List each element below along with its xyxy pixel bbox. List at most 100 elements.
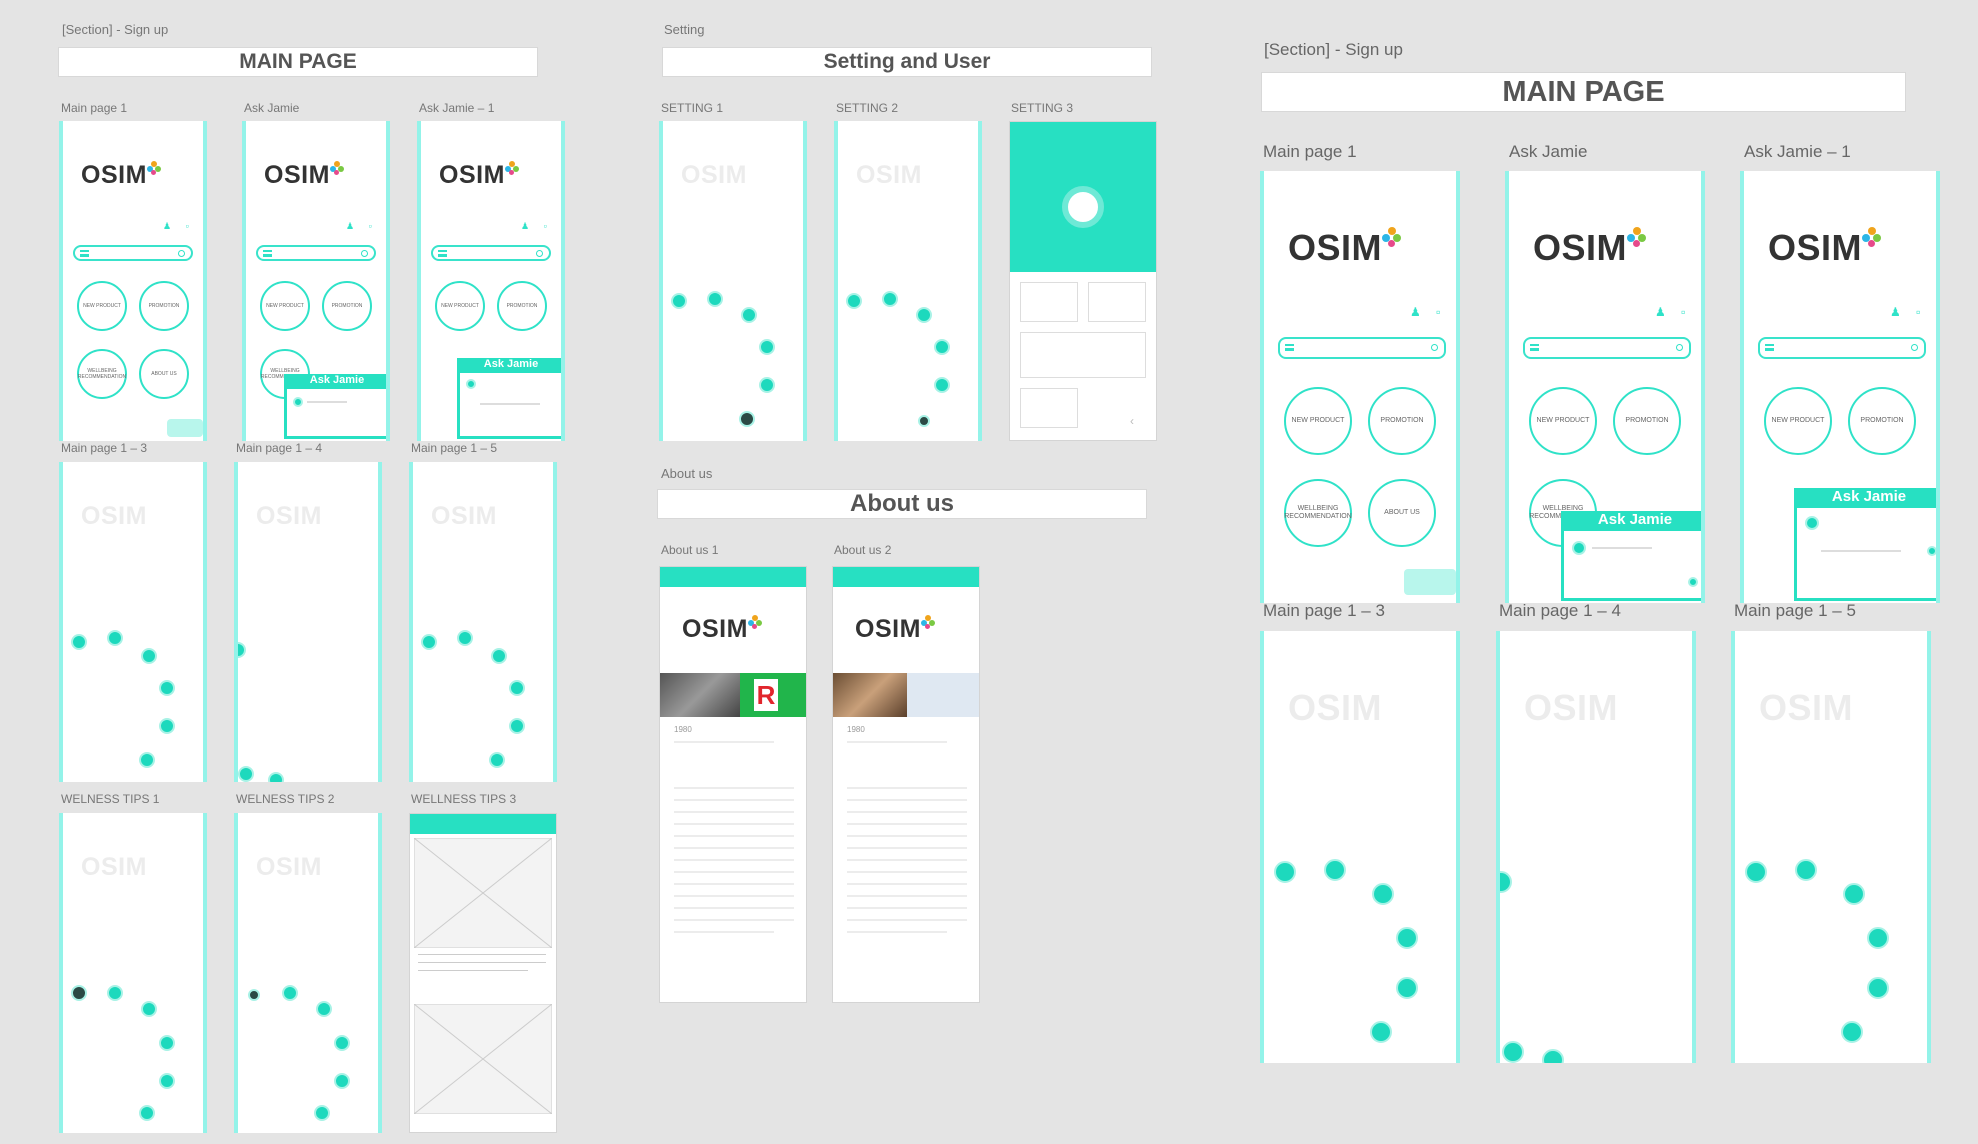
search-bar[interactable]	[256, 245, 376, 261]
frame-ask-jamie[interactable]: OSIM ♟ ▫ NEW PRODUCT PROMOTION WELLBEING…	[242, 121, 390, 441]
new-product-button[interactable]: NEW PRODUCT	[1764, 387, 1832, 455]
location-icon[interactable]	[159, 718, 175, 734]
heart-icon[interactable]	[1745, 861, 1767, 883]
frame-ask-jamie[interactable]: OSIM ♟ ▫ NEW PRODUCT PROMOTION WELLBEING…	[1505, 171, 1705, 603]
user-icon[interactable]: ♟ ▫	[1655, 305, 1691, 319]
new-product-button[interactable]: NEW PRODUCT	[435, 281, 485, 331]
ask-jamie-panel[interactable]	[284, 389, 386, 439]
profile-card[interactable]	[1020, 282, 1078, 322]
ask-jamie-panel[interactable]	[1561, 531, 1701, 601]
menu-icon[interactable]	[80, 250, 89, 257]
new-product-button[interactable]: NEW PRODUCT	[1284, 387, 1352, 455]
ask-jamie-tab[interactable]	[167, 419, 203, 437]
chat-icon[interactable]	[509, 680, 525, 696]
frame-welness-tips-2[interactable]: OSIM	[234, 813, 382, 1133]
frame-main-page-1-4[interactable]: OSIM	[1496, 631, 1696, 1063]
search-bar[interactable]	[1278, 337, 1446, 359]
flower-icon[interactable]	[107, 985, 123, 1001]
profile-card[interactable]	[1088, 282, 1146, 322]
promotion-button[interactable]: PROMOTION	[497, 281, 547, 331]
wellbeing-button[interactable]: WELLBEING RECOMMENDATION	[77, 349, 127, 399]
settings-icon[interactable]	[1841, 1021, 1863, 1043]
heart-icon[interactable]	[1274, 861, 1296, 883]
menu-icon[interactable]	[1285, 344, 1294, 351]
settings-icon[interactable]	[139, 752, 155, 768]
flower-icon[interactable]	[457, 630, 473, 646]
new-product-button[interactable]: NEW PRODUCT	[260, 281, 310, 331]
search-bar[interactable]	[1758, 337, 1926, 359]
flower-icon[interactable]	[1324, 859, 1346, 881]
send-icon[interactable]	[1927, 546, 1936, 556]
promotion-button[interactable]: PROMOTION	[139, 281, 189, 331]
chat-icon[interactable]	[916, 307, 932, 323]
chat-icon[interactable]	[334, 1035, 350, 1051]
about-us-button[interactable]: ABOUT US	[1368, 479, 1436, 547]
heart-icon[interactable]	[1500, 871, 1512, 893]
chat-icon[interactable]	[1372, 883, 1394, 905]
chat-icon[interactable]	[1396, 927, 1418, 949]
ask-jamie-panel[interactable]	[1794, 508, 1936, 601]
frame-setting-2[interactable]: OSIM	[834, 121, 982, 441]
location-icon[interactable]	[159, 1073, 175, 1089]
search-icon[interactable]	[536, 250, 543, 257]
wellbeing-button[interactable]: WELLBEING RECOMMENDATION	[1284, 479, 1352, 547]
chat-input[interactable]	[1592, 547, 1652, 549]
search-icon[interactable]	[1431, 344, 1438, 351]
chat-icon[interactable]	[934, 339, 950, 355]
chat-input[interactable]	[1821, 550, 1901, 552]
chat-icon[interactable]	[1542, 1049, 1564, 1063]
chat-icon[interactable]	[159, 1035, 175, 1051]
heart-icon[interactable]	[71, 634, 87, 650]
frame-wellness-tips-3[interactable]	[409, 813, 557, 1133]
ask-jamie-panel[interactable]	[457, 373, 561, 439]
chat-icon[interactable]	[1843, 883, 1865, 905]
settings-icon[interactable]	[918, 415, 930, 427]
heart-icon[interactable]	[671, 293, 687, 309]
chat-icon[interactable]	[316, 1001, 332, 1017]
frame-ask-jamie-1[interactable]: OSIM ♟ ▫ NEW PRODUCT PROMOTION Ask Jamie	[417, 121, 565, 441]
location-icon[interactable]	[334, 1073, 350, 1089]
heart-icon[interactable]	[238, 642, 246, 658]
settings-icon[interactable]	[739, 411, 755, 427]
search-bar[interactable]	[1523, 337, 1691, 359]
chat-icon[interactable]	[741, 307, 757, 323]
frame-welness-tips-1[interactable]: OSIM	[59, 813, 207, 1133]
chat-icon[interactable]	[759, 339, 775, 355]
chat-icon[interactable]	[141, 1001, 157, 1017]
new-product-button[interactable]: NEW PRODUCT	[1529, 387, 1597, 455]
chat-icon[interactable]	[1867, 927, 1889, 949]
new-product-button[interactable]: NEW PRODUCT	[77, 281, 127, 331]
chat-icon[interactable]	[141, 648, 157, 664]
chat-input[interactable]	[480, 403, 540, 405]
settings-icon[interactable]	[139, 1105, 155, 1121]
heart-icon[interactable]	[421, 634, 437, 650]
chat-icon[interactable]	[268, 772, 284, 782]
heart-icon[interactable]	[846, 293, 862, 309]
chat-input[interactable]	[307, 401, 347, 403]
profile-card[interactable]	[1020, 388, 1078, 428]
user-icon[interactable]: ♟ ▫	[1890, 305, 1926, 319]
user-icon[interactable]: ♟ ▫	[346, 221, 378, 232]
back-icon[interactable]: ‹	[1130, 414, 1134, 428]
frame-main-page-1[interactable]: OSIM ♟ ▫ NEW PRODUCT PROMOTION WELLBEING…	[1260, 171, 1460, 603]
flower-icon[interactable]	[1795, 859, 1817, 881]
user-icon[interactable]: ♟ ▫	[1410, 305, 1446, 319]
frame-setting-3[interactable]: ‹	[1009, 121, 1157, 441]
search-bar[interactable]	[431, 245, 551, 261]
menu-icon[interactable]	[1530, 344, 1539, 351]
user-icon[interactable]: ♟ ▫	[521, 221, 553, 232]
search-icon[interactable]	[1911, 344, 1918, 351]
flower-icon[interactable]	[282, 985, 298, 1001]
send-icon[interactable]	[1688, 577, 1698, 587]
location-icon[interactable]	[934, 377, 950, 393]
promotion-button[interactable]: PROMOTION	[1848, 387, 1916, 455]
frame-main-page-1-3[interactable]: OSIM	[59, 462, 207, 782]
location-icon[interactable]	[1396, 977, 1418, 999]
heart-icon[interactable]	[71, 985, 87, 1001]
flower-icon[interactable]	[882, 291, 898, 307]
frame-main-page-1-4[interactable]: OSIM	[234, 462, 382, 782]
location-icon[interactable]	[509, 718, 525, 734]
frame-about-us-1[interactable]: OSIM R 1980	[659, 566, 807, 1003]
ask-jamie-tab[interactable]	[1404, 569, 1456, 595]
search-icon[interactable]	[1676, 344, 1683, 351]
